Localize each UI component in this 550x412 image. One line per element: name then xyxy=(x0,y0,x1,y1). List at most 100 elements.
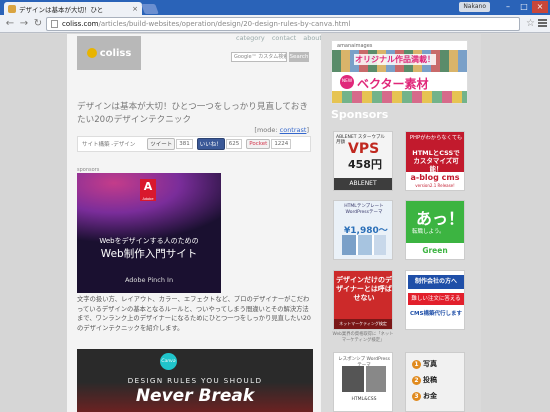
adobe-logo-icon: A Adobe xyxy=(140,179,156,201)
site-logo[interactable]: coliss xyxy=(77,36,141,70)
social-bar: サイト構築 -デザイン ツイート 381 いいね！ 625 Pocket 122… xyxy=(77,136,311,152)
ablog-ad-line2: HTMLとCSSで カスタマイズ可能！ xyxy=(412,149,460,173)
mode-suffix: ] xyxy=(306,126,309,134)
ablog-ad-brand: a-blog cms xyxy=(410,173,460,182)
net-marketing-ad[interactable]: デザインだけのデザイナーとは呼ばせない ネットマーケティング検定 xyxy=(333,270,393,330)
tab-close-icon[interactable]: × xyxy=(132,5,138,13)
photo-ad-row2-text: 投稿 xyxy=(423,376,437,384)
photo-ad-row3: 3 お金 xyxy=(412,391,437,401)
vector-ad-thumbnails-2 xyxy=(332,91,467,103)
cms-ad-line3: CMS構築代行します xyxy=(410,311,462,317)
vps-ad-price: 458円 xyxy=(348,158,382,171)
vps-ad-note: 月額 xyxy=(336,140,345,145)
photo-ad-row1-text: 写真 xyxy=(423,360,437,368)
sidebar: amanaimages オリジナル作品満載！ NEW ベクター素材 Sponso… xyxy=(321,34,481,412)
adobe-ad-line1: Webをデザインする人のための xyxy=(99,237,199,245)
title-bar: デザインは基本が大切！ひと × Nakano – □ × xyxy=(0,0,550,15)
search-input[interactable]: Google™ カスタム検索 xyxy=(231,52,287,62)
adobe-ad-banner[interactable]: A Adobe Webをデザインする人のための Web制作入門サイト Adobe … xyxy=(77,173,221,293)
green-ad-line2: 転職しよう。 xyxy=(412,229,445,235)
pocket-button[interactable]: Pocket 1224 xyxy=(246,139,292,149)
adobe-ad-line2: Web制作入門サイト xyxy=(100,248,198,260)
canva-hero-image: Canva DESIGN RULES YOU SHOULD Never Brea… xyxy=(77,349,313,412)
browser-toolbar: ← → ↻ coliss.com /articles/build-website… xyxy=(0,15,550,33)
wp-ad-line1: HTMLテンプレート WordPressテーマ xyxy=(344,204,384,215)
photo-ad-row1: 1 写真 xyxy=(412,359,437,369)
user-profile-button[interactable]: Nakano xyxy=(459,2,490,12)
address-bar[interactable]: coliss.com /articles/build-websites/oper… xyxy=(46,17,520,31)
canva-line2: Never Break xyxy=(135,386,255,406)
adobe-ad-line3: Adobe Pinch In xyxy=(124,276,174,284)
tab-title: デザインは基本が大切！ひと xyxy=(19,5,104,14)
marketer-ad-caption[interactable]: Web業界の資格取得に「ネットマーケティング検定」 xyxy=(331,332,395,344)
new-badge: NEW xyxy=(340,75,354,89)
minimize-icon[interactable]: – xyxy=(500,1,516,13)
main-column: coliss category contact about Google™ カス… xyxy=(67,34,322,412)
menu-icon[interactable] xyxy=(538,19,547,29)
nav-contact[interactable]: contact xyxy=(272,34,296,42)
tweet-button[interactable]: ツイート 381 xyxy=(147,138,193,150)
photo-ad-row2: 2 投稿 xyxy=(412,375,437,385)
nav-about[interactable]: about xyxy=(303,34,322,42)
step-2-icon: 2 xyxy=(412,376,421,385)
favicon-icon xyxy=(8,4,16,13)
article-intro: 文字の扱い方、レイアウト、カラー、エフェクトなど、プロのデザイナーがこだわってい… xyxy=(77,296,311,332)
reload-icon[interactable]: ↻ xyxy=(32,18,44,30)
like-button[interactable]: いいね！ 625 xyxy=(196,138,243,150)
cms-ad-line1: 制作会社の方へ xyxy=(408,275,464,289)
nav-category[interactable]: category xyxy=(236,34,265,42)
vps-ad[interactable]: ABLENET スターウブル 月額 VPS 458円 ABLENET xyxy=(333,131,393,191)
like-label: いいね！ xyxy=(196,138,225,150)
cms-ad-line2: 難しい注文に答える xyxy=(408,293,464,305)
url-host: coliss.com xyxy=(62,20,99,28)
url-path: /articles/build-websites/operation/desig… xyxy=(98,20,351,28)
pocket-count: 1224 xyxy=(271,139,292,149)
green-job-ad[interactable]: あっ！ 転職しよう。 Green xyxy=(405,200,465,260)
top-nav: category contact about xyxy=(231,34,322,42)
browser-tab[interactable]: デザインは基本が大切！ひと × xyxy=(4,2,142,15)
forward-icon[interactable]: → xyxy=(18,18,30,30)
close-window-icon[interactable]: × xyxy=(532,1,548,13)
lesson-ad-line2: HTML&CSS xyxy=(351,397,377,402)
article-category[interactable]: サイト構築 -デザイン xyxy=(82,140,135,148)
pocket-label: Pocket xyxy=(246,139,271,149)
canva-logo-icon: Canva xyxy=(160,353,177,370)
back-icon[interactable]: ← xyxy=(4,18,16,30)
wp-ad-devices xyxy=(342,235,386,255)
wordpress-theme-ad[interactable]: HTMLテンプレート WordPressテーマ ¥1,980〜 xyxy=(333,200,393,260)
adobe-logo-letter: A xyxy=(143,180,153,193)
vps-ad-title: VPS xyxy=(348,141,380,157)
bookmark-star-icon[interactable]: ☆ xyxy=(526,17,538,31)
photo-post-ad[interactable]: 1 写真 2 投稿 3 お金 xyxy=(405,352,465,412)
vps-ad-footer: ABLENET xyxy=(334,178,392,190)
green-ad-line1: あっ！ xyxy=(416,209,465,228)
cms-builder-ad[interactable]: 制作会社の方へ 難しい注文に答える CMS構築代行します xyxy=(405,270,465,330)
ablog-ad-footer: a-blog cms version2.1 Release! xyxy=(406,172,464,190)
page-viewport: coliss category contact about Google™ カス… xyxy=(0,34,550,412)
logo-text: coliss xyxy=(99,47,132,59)
canva-line1: DESIGN RULES YOU SHOULD xyxy=(127,376,263,385)
vector-ad-banner[interactable]: amanaimages オリジナル作品満載！ NEW ベクター素材 xyxy=(331,40,468,104)
adobe-logo-sub: Adobe xyxy=(142,197,154,201)
green-ad-footer: Green xyxy=(406,243,464,259)
ablog-ad-version: version2.1 Release! xyxy=(415,183,455,188)
ablog-cms-ad[interactable]: PHPがわからなくても HTMLとCSSで カスタマイズ可能！ a-blog c… xyxy=(405,131,465,191)
search-button[interactable]: Search xyxy=(289,52,309,62)
contrast-link[interactable]: contrast xyxy=(280,126,307,134)
new-tab-button[interactable] xyxy=(141,4,159,14)
page-icon xyxy=(51,20,58,28)
vector-ad-line1: オリジナル作品満載！ xyxy=(354,54,436,65)
tweet-label: ツイート xyxy=(147,138,176,150)
vector-ad-line2: ベクター素材 xyxy=(357,77,429,91)
tweet-count: 381 xyxy=(176,139,193,149)
article-title: デザインは基本が大切！ひとつ一つをしっかり見直しておきたい20のデザインテクニッ… xyxy=(77,102,308,125)
lesson-ad-devices xyxy=(342,366,386,392)
step-1-icon: 1 xyxy=(412,360,421,369)
responsive-theme-ad[interactable]: レスポンシブ WordPressテーマ HTML&CSS xyxy=(333,352,393,412)
maximize-icon[interactable]: □ xyxy=(516,1,532,13)
mode-switch: [mode: contrast] xyxy=(254,126,309,134)
logo-mark-icon xyxy=(86,48,97,58)
vector-ad-brand: amanaimages xyxy=(337,43,373,49)
sponsors-heading: Sponsors xyxy=(331,108,389,121)
mode-prefix: [mode: xyxy=(254,126,280,134)
